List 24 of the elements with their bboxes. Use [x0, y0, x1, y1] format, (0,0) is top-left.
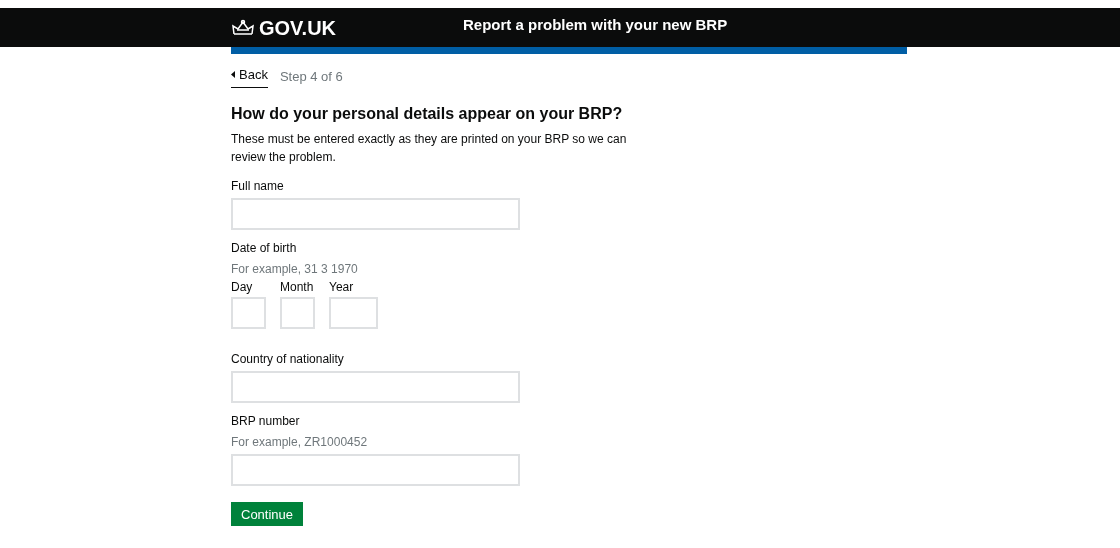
field-label: BRP number: [231, 412, 301, 429]
field-label: Date of birth: [231, 239, 298, 256]
field-label: Country of nationality: [231, 350, 345, 367]
triangle-left-icon: [231, 71, 235, 79]
text-input[interactable]: [231, 370, 520, 403]
text-input[interactable]: [231, 453, 520, 486]
date-part-label: Day: [231, 278, 254, 295]
continue-button[interactable]: Continue: [231, 501, 304, 526]
date-input[interactable]: [280, 296, 315, 329]
service-name[interactable]: Report a problem with your new BRP: [463, 14, 728, 37]
logo-text[interactable]: GOV.UK: [259, 12, 337, 43]
hint-text: For example, ZR1000452: [231, 433, 369, 450]
text-input[interactable]: [231, 197, 520, 230]
step-indicator: Step 4 of 6: [279, 67, 343, 86]
crown-icon: [231, 18, 255, 37]
page-heading: How do your personal details appear on your BRP?: [231, 103, 624, 124]
date-input[interactable]: [329, 296, 378, 329]
field-label: Full name: [231, 177, 285, 194]
date-part-label: Year: [329, 278, 355, 295]
hint-text: For example, 31 3 1970: [231, 260, 359, 277]
intro-text: These must be entered exactly as they are printed on your BRP so we can review the problem.: [231, 130, 628, 166]
date-part-label: Month: [280, 278, 315, 295]
back-link[interactable]: Back: [231, 65, 268, 88]
date-input[interactable]: [231, 296, 266, 329]
